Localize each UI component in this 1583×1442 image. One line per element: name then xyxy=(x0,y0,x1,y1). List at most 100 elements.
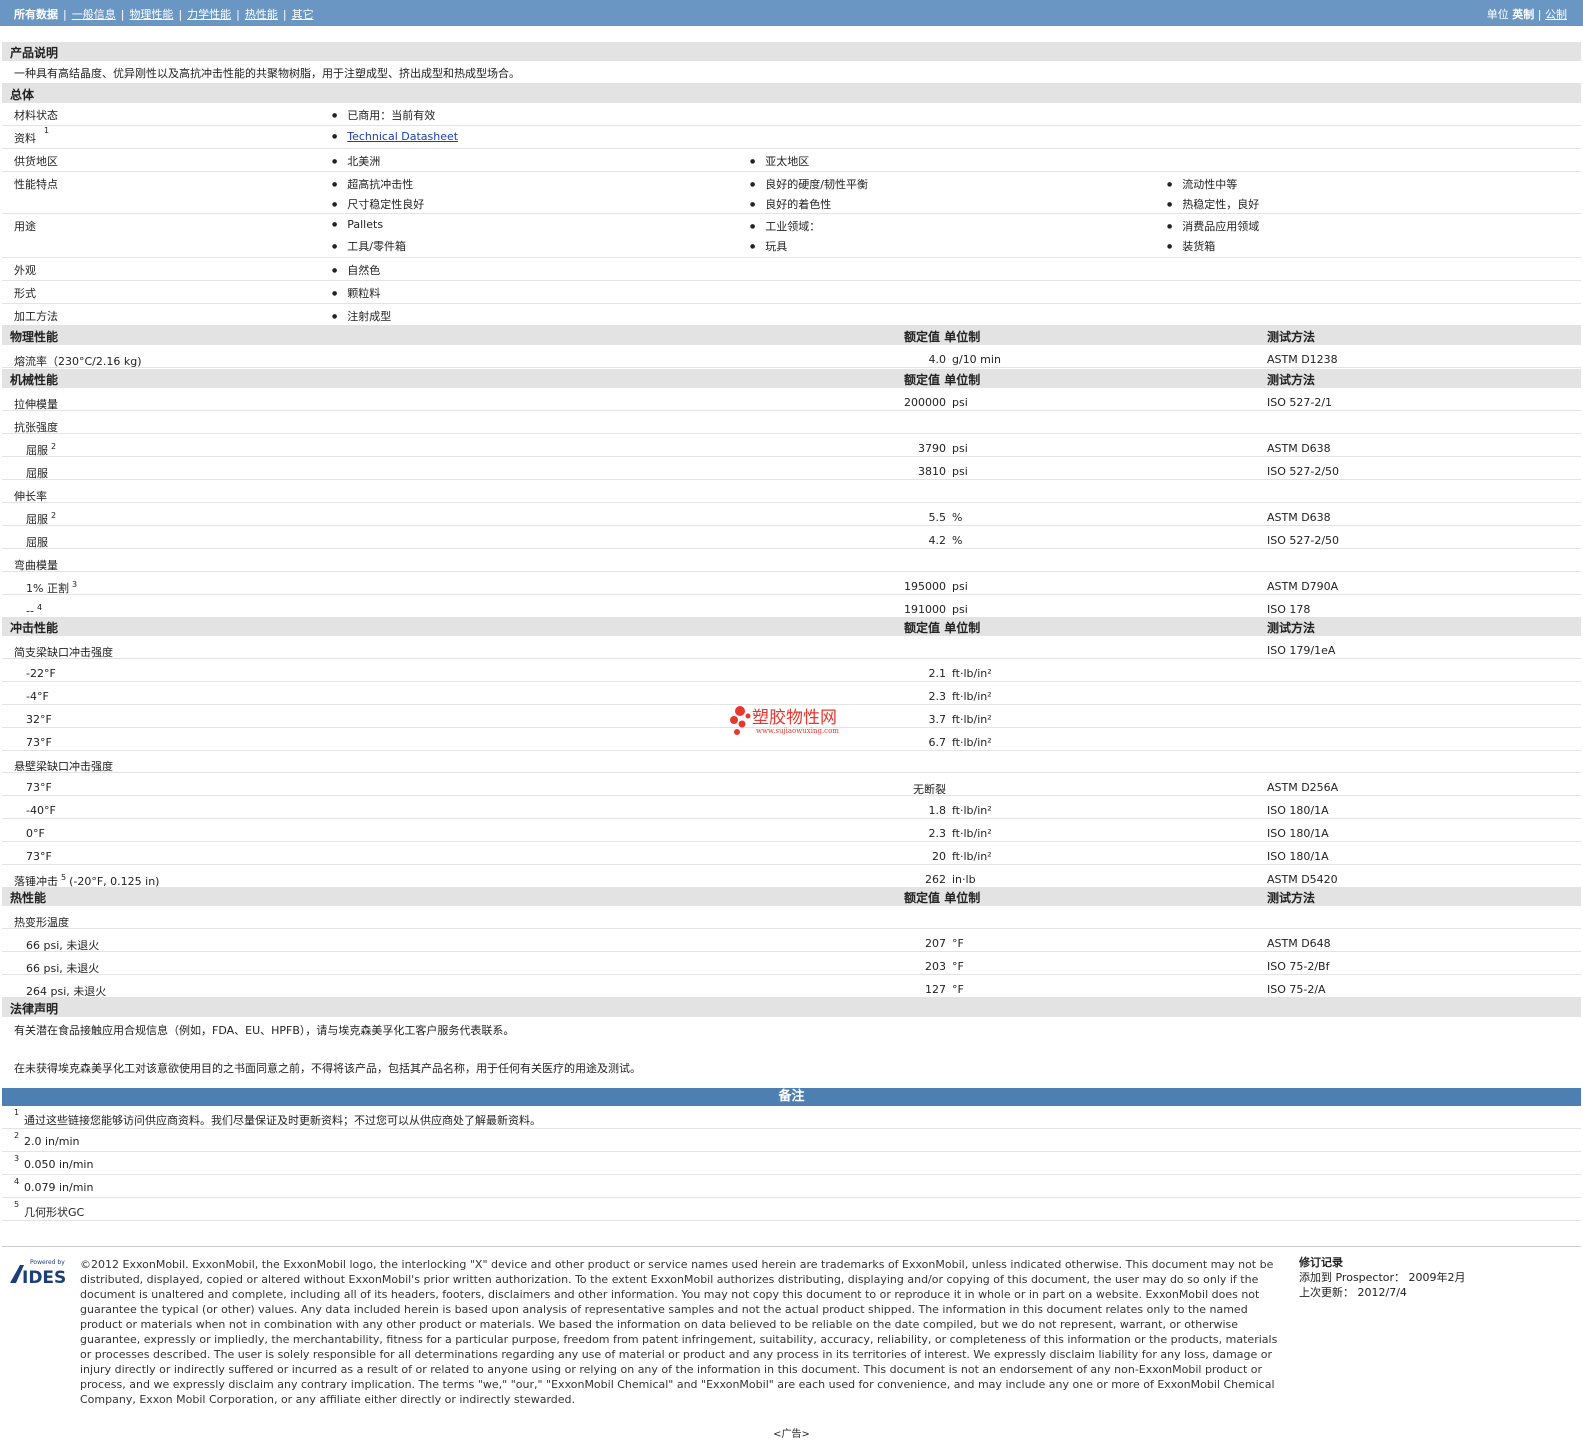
footnote-ref: 1 xyxy=(44,126,50,135)
property-label-text: -- xyxy=(26,604,34,618)
tab-physical[interactable]: 物理性能 xyxy=(129,8,173,21)
mechanical-row: 屈服 2 3790 psi ASTM D638 xyxy=(2,434,1581,457)
general-item-text: 尺寸稳定性良好 xyxy=(347,198,425,211)
general-item: 已商用：当前有效 xyxy=(332,107,435,123)
property-label: 屈服 2 xyxy=(26,511,56,527)
property-unit: ft·lb/in² xyxy=(952,736,992,749)
mechanical-row: 屈服 2 5.5% ASTM D638 xyxy=(2,503,1581,526)
general-item-text: 玩具 xyxy=(765,240,788,253)
property-label: 屈服 xyxy=(26,534,48,550)
general-row: 材料状态 已商用：当前有效 xyxy=(2,103,1581,126)
property-value: 195000 xyxy=(904,580,946,593)
general-item: 良好的着色性 xyxy=(750,196,831,212)
property-label-text: -22°F xyxy=(26,667,56,680)
tab-all-data[interactable]: 所有数据 xyxy=(14,8,58,21)
general-item-text: 良好的硬度/韧性平衡 xyxy=(765,178,868,191)
property-label-text: 32°F xyxy=(26,713,52,726)
general-item-text: 工具/零件箱 xyxy=(347,240,406,253)
unit-label: 单位 xyxy=(1486,8,1509,21)
footnote-ref: 2 xyxy=(51,511,57,521)
general-item: 注射成型 xyxy=(332,308,391,324)
test-method: ISO 75-2/A xyxy=(1267,983,1326,996)
legal-paragraph: 在未获得埃克森美孚化工对该意欲使用目的之书面同意之前，不得将该产品，包括其产品名… xyxy=(14,1062,641,1075)
header-method: 测试方法 xyxy=(1267,373,1316,387)
unit-switcher: 单位 英制 | 公制 xyxy=(1486,8,1567,21)
note-text: 0.050 in/min xyxy=(24,1158,94,1171)
impact-row: -40°F 1.8 ft·lb/in² ISO 180/1A xyxy=(2,796,1581,819)
general-item-text: 超高抗冲击性 xyxy=(347,178,414,191)
general-item: 工业领域： xyxy=(750,218,820,234)
general-item: 良好的硬度/韧性平衡 xyxy=(750,176,868,192)
product-desc-row: 一种具有高结晶度、优异刚性以及高抗冲击性能的共聚物树脂，用于注塑成型、挤出成型和… xyxy=(2,61,1581,84)
property-label: 弯曲模量 xyxy=(14,557,58,573)
property-label: -22°F xyxy=(26,667,56,680)
general-row: 用途 Pallets 工业领域： 消费品应用领域工具/零件箱 玩具 装货箱 xyxy=(2,214,1581,258)
property-value: 207 xyxy=(925,937,946,950)
property-label-text: 伸长率 xyxy=(14,490,47,503)
test-method: ASTM D638 xyxy=(1267,442,1331,455)
property-label-text: 弯曲模量 xyxy=(14,559,58,572)
property-label: 66 psi, 未退火 xyxy=(26,960,99,976)
legal-paragraph: 有关潜在食品接触应用合规信息（例如，FDA、EU、HPFB），请与埃克森美孚化工… xyxy=(14,1024,515,1037)
property-label: -- 4 xyxy=(26,603,42,618)
logo-text: IDES xyxy=(22,1268,66,1287)
unit-metric-link[interactable]: 公制 xyxy=(1545,8,1567,21)
property-value: 5.5 xyxy=(928,511,947,524)
property-unit: psi xyxy=(952,396,968,409)
property-label-text: 悬壁梁缺口冲击强度 xyxy=(14,760,113,773)
property-label-text: 264 psi, 未退火 xyxy=(26,985,107,998)
thermal-row: 66 psi, 未退火 203 °F ISO 75-2/Bf xyxy=(2,952,1581,975)
general-row: 资料 1 Technical Datasheet xyxy=(2,126,1581,149)
revision-added-label: 添加到 Prospector： xyxy=(1299,1271,1406,1284)
property-unit: psi xyxy=(952,442,968,455)
mechanical-row: 1% 正割 3 195000 psi ASTM D790A xyxy=(2,572,1581,595)
general-item-text: 消费品应用领域 xyxy=(1182,220,1260,233)
header-method: 测试方法 xyxy=(1267,891,1316,905)
tab-mechanical[interactable]: 力学性能 xyxy=(187,8,231,21)
impact-row: 73°F 20 ft·lb/in² ISO 180/1A xyxy=(2,842,1581,865)
section-mechanical: 机械性能 额定值 单位制 测试方法 xyxy=(2,369,1581,388)
general-row-label: 供货地区 xyxy=(14,155,58,168)
property-label-text: 抗张强度 xyxy=(14,421,58,434)
general-item: 自然色 xyxy=(332,262,380,278)
revision-record: 修订记录 添加到 Prospector： 2009年2月 上次更新： 2012/… xyxy=(1299,1255,1466,1300)
general-item-text: 颗粒料 xyxy=(347,287,381,300)
property-label-text: 73°F xyxy=(26,736,52,749)
property-unit: ft·lb/in² xyxy=(952,804,992,817)
property-label-text: 简支梁缺口冲击强度 xyxy=(14,646,113,659)
tab-general-info[interactable]: 一般信息 xyxy=(72,8,116,21)
general-row: 加工方法 注射成型 xyxy=(2,304,1581,326)
general-row-label: 用途 xyxy=(14,220,36,233)
header-value-unit: 额定值 单位制 xyxy=(904,373,981,387)
property-value: 3.7 xyxy=(928,713,947,726)
datasheet-link[interactable]: Technical Datasheet xyxy=(332,130,458,143)
general-item-text: 北美洲 xyxy=(347,155,381,168)
data-tabs: 所有数据 | 一般信息 | 物理性能 | 力学性能 | 热性能 | 其它 xyxy=(14,8,314,21)
general-row: 外观 自然色 xyxy=(2,258,1581,281)
property-label-text: 0°F xyxy=(26,827,45,840)
property-label-text: 屈服 xyxy=(26,444,48,457)
note-text: 2.0 in/min xyxy=(24,1135,80,1148)
watermark-text: 塑胶物性网 xyxy=(752,708,837,728)
tab-thermal[interactable]: 热性能 xyxy=(245,8,278,21)
impact-row: 73°F 无断裂 ASTM D256A xyxy=(2,773,1581,796)
product-desc-text: 一种具有高结晶度、优异刚性以及高抗冲击性能的共聚物树脂，用于注塑成型、挤出成型和… xyxy=(14,67,520,80)
property-label-text: -4°F xyxy=(26,690,49,703)
property-unit: in·lb xyxy=(952,873,976,886)
test-method: ASTM D648 xyxy=(1267,937,1331,950)
general-row-label: 加工方法 xyxy=(14,310,58,323)
general-item: 装货箱 xyxy=(1167,238,1215,254)
tab-other[interactable]: 其它 xyxy=(292,8,314,21)
property-label: 伸长率 xyxy=(14,488,47,504)
general-item: 消费品应用领域 xyxy=(1167,218,1259,234)
section-thermal: 热性能 额定值 单位制 测试方法 xyxy=(2,887,1581,906)
general-row-label: 形式 xyxy=(14,287,36,300)
datasheet-link-text[interactable]: Technical Datasheet xyxy=(347,130,458,143)
footnote-ref: 3 xyxy=(71,580,78,590)
header-value-unit: 额定值 单位制 xyxy=(904,621,981,635)
header-value-unit: 额定值 单位制 xyxy=(904,891,981,905)
property-label: 0°F xyxy=(26,827,45,840)
revision-added: 2009年2月 xyxy=(1408,1271,1466,1284)
section-title: 产品说明 xyxy=(10,46,59,60)
property-value: 2.1 xyxy=(928,667,947,680)
